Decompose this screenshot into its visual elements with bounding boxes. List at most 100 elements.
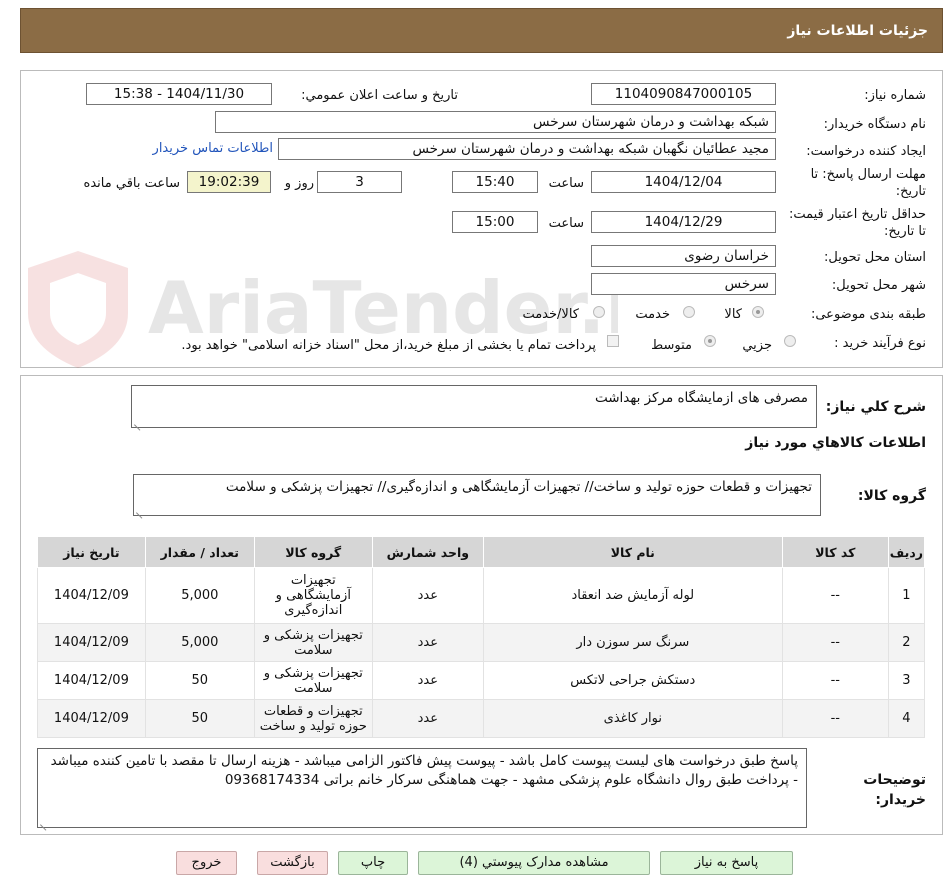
deadline-date-field: 1404/12/04 (591, 171, 776, 193)
back-button[interactable]: بازگشت (257, 851, 328, 875)
goods-group-text: تجهیزات و قطعات حوزه تولید و ساخت// تجهی… (225, 479, 812, 495)
days-remaining-field: 3 (317, 171, 402, 193)
buyer-notes-label: توضیحات خریدار: (863, 772, 926, 808)
creator-field: مجید عطائیان نگهبان شبکه بهداشت و درمان … (278, 138, 776, 160)
category-radio-goods-service[interactable] (593, 306, 605, 318)
category-label: طبقه بندی موضوعی: (810, 307, 926, 322)
city-field: سرخس (591, 273, 776, 295)
cell-unit: عدد (371, 661, 484, 700)
print-button[interactable]: چاپ (338, 851, 408, 875)
remaining-time-field: 19:02:39 (187, 171, 271, 193)
days-and-label: روز و (284, 176, 314, 191)
cell-quantity: 50 (144, 661, 255, 700)
cell-name: دستکش جراحی لاتکس (482, 661, 783, 700)
items-table: رديف کد کالا نام کالا واحد شمارش گروه کا… (37, 536, 926, 738)
remaining-label: ساعت باقي مانده (83, 176, 180, 191)
province-field: خراسان رضوی (591, 245, 776, 267)
resize-grip-icon[interactable] (40, 817, 48, 825)
cell-unit: عدد (371, 623, 484, 662)
cell-name: لوله آزمایش ضد انعقاد (482, 567, 783, 624)
col-header-code: کد کالا (781, 536, 889, 568)
cell-group: تجهیزات و قطعات حوزه تولید و ساخت (253, 699, 373, 738)
buyer-contact-link[interactable]: اطلاعات تماس خریدار (153, 141, 273, 156)
validity-date-field: 1404/12/29 (591, 211, 776, 233)
cell-row-number: 3 (887, 661, 926, 700)
validity-time-label: ساعت (548, 216, 584, 231)
category-radio-service[interactable] (683, 306, 695, 318)
summary-field: مصرفی های ازمایشگاه مرکز بهداشت (131, 385, 817, 428)
cell-group: تجهیزات پزشکی و سلامت (253, 623, 373, 662)
page-title: جزئیات اطلاعات نیاز (787, 23, 928, 39)
table-row: 3 -- دستکش جراحی لاتکس عدد تجهیزات پزشکی… (37, 661, 926, 700)
cell-code: -- (781, 567, 889, 624)
resize-grip-icon[interactable] (136, 505, 144, 513)
treasury-note: پرداخت تمام یا بخشی از مبلغ خرید،از محل … (181, 338, 596, 353)
cell-quantity: 5,000 (144, 623, 255, 662)
summary-label: شرح کلي نياز: (825, 399, 926, 415)
buyer-org-field: شبکه بهداشت و درمان شهرستان سرخس (215, 111, 776, 133)
cell-quantity: 50 (144, 699, 255, 738)
announce-field: 1404/11/30 - 15:38 (86, 83, 272, 105)
goods-info-title: اطلاعات کالاهاي مورد نياز (745, 435, 926, 451)
cell-group: تجهیزات پزشکی و سلامت (253, 661, 373, 700)
col-header-name: نام کالا (482, 536, 783, 568)
cell-date: 1404/12/09 (37, 623, 146, 662)
table-row: 2 -- سرنگ سر سوزن دار عدد تجهیزات پزشکی … (37, 623, 926, 662)
validity-time-field: 15:00 (452, 211, 538, 233)
deadline-time-label: ساعت (548, 176, 584, 191)
reply-button[interactable]: پاسخ به نياز (660, 851, 793, 875)
need-number-field: 1104090847000105 (591, 83, 776, 105)
cell-row-number: 4 (887, 699, 926, 738)
deadline-time-field: 15:40 (452, 171, 538, 193)
items-table-wrap: رديف کد کالا نام کالا واحد شمارش گروه کا… (37, 536, 926, 738)
goods-group-field: تجهیزات و قطعات حوزه تولید و ساخت// تجهی… (133, 474, 821, 516)
page-header: جزئیات اطلاعات نیاز (20, 8, 943, 53)
col-header-unit: واحد شمارش (371, 536, 484, 568)
exit-button[interactable]: خروج (176, 851, 237, 875)
cell-unit: عدد (371, 567, 484, 624)
col-header-date: تاريخ نياز (37, 536, 146, 568)
category-option-service: خدمت (635, 307, 670, 322)
cell-name: سرنگ سر سوزن دار (482, 623, 783, 662)
deadline-label: مهلت ارسال پاسخ: تا تاریخ: (810, 167, 926, 199)
province-label: استان محل تحویل: (824, 250, 926, 265)
buyer-notes-text: پاسخ طبق درخواست های لیست پیوست کامل باش… (50, 753, 798, 788)
cell-code: -- (781, 623, 889, 662)
cell-date: 1404/12/09 (37, 567, 146, 624)
table-row: 4 -- نوار کاغذی عدد تجهیزات و قطعات حوزه… (37, 699, 926, 738)
need-number-label: شماره نیاز: (864, 88, 926, 103)
summary-text: مصرفی های ازمایشگاه مرکز بهداشت (594, 390, 808, 406)
cell-unit: عدد (371, 699, 484, 738)
buyer-org-label: نام دستگاه خريدار: (823, 117, 926, 132)
treasury-checkbox[interactable] (607, 335, 619, 347)
creator-label: ایجاد کننده درخواست: (806, 144, 926, 159)
process-radio-medium[interactable] (704, 335, 716, 347)
table-header-row: رديف کد کالا نام کالا واحد شمارش گروه کا… (37, 536, 926, 568)
process-radio-small[interactable] (784, 335, 796, 347)
validity-label: حداقل تاریخ اعتبار قیمت: تا تاریخ: (788, 207, 926, 239)
cell-date: 1404/12/09 (37, 699, 146, 738)
col-header-quantity: تعداد / مقدار (144, 536, 255, 568)
cell-row-number: 1 (887, 567, 926, 624)
cell-code: -- (781, 699, 889, 738)
announce-label: تاریخ و ساعت اعلان عمومي: (301, 88, 458, 103)
process-label: نوع فرآیند خرید : (834, 336, 926, 351)
view-attachments-button[interactable]: مشاهده مدارک پيوستي (4) (418, 851, 650, 875)
cell-quantity: 5,000 (144, 567, 255, 624)
category-option-goods-service: کالا/خدمت (522, 307, 579, 322)
city-label: شهر محل تحویل: (831, 278, 926, 293)
table-row: 1 -- لوله آزمایش ضد انعقاد عدد تجهیزات آ… (37, 567, 926, 624)
col-header-row-number: رديف (887, 536, 926, 568)
cell-date: 1404/12/09 (37, 661, 146, 700)
resize-grip-icon[interactable] (134, 417, 142, 425)
cell-name: نوار کاغذی (482, 699, 783, 738)
col-header-group: گروه کالا (253, 536, 373, 568)
cell-group: تجهیزات آزمایشگاهی و اندازه‌گیری (253, 567, 373, 624)
category-option-goods: کالا (724, 307, 742, 322)
process-option-small: جزيي (742, 338, 772, 353)
buyer-notes-field: پاسخ طبق درخواست های لیست پیوست کامل باش… (37, 748, 807, 828)
process-option-medium: متوسط (651, 338, 692, 353)
category-radio-goods[interactable] (752, 306, 764, 318)
cell-row-number: 2 (887, 623, 926, 662)
cell-code: -- (781, 661, 889, 700)
